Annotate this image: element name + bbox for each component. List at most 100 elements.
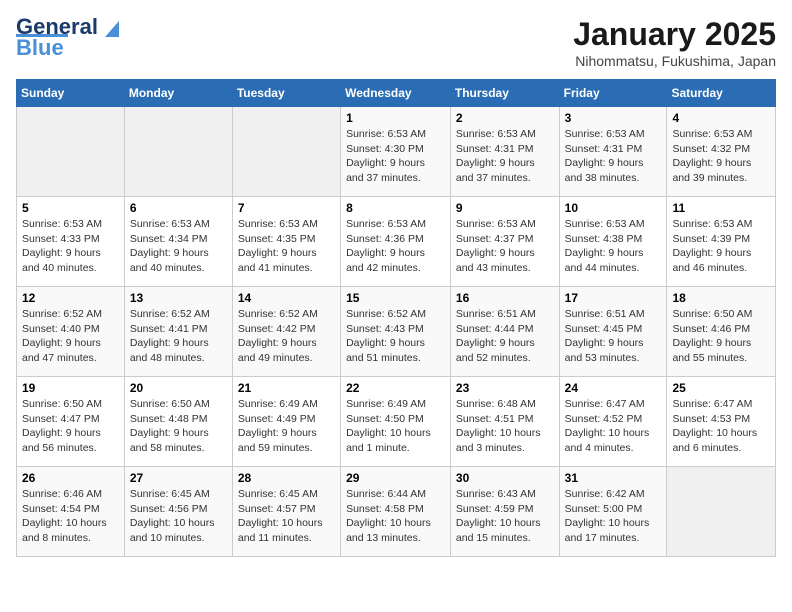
calendar-cell: 23 Sunrise: 6:48 AM Sunset: 4:51 PM Dayli… [450, 377, 559, 467]
calendar-cell: 2 Sunrise: 6:53 AM Sunset: 4:31 PM Daylig… [450, 107, 559, 197]
day-number: 27 [130, 471, 227, 485]
day-info: Sunrise: 6:53 AM Sunset: 4:32 PM Dayligh… [672, 127, 770, 186]
day-info: Sunrise: 6:50 AM Sunset: 4:48 PM Dayligh… [130, 397, 227, 456]
calendar-week-row: 26 Sunrise: 6:46 AM Sunset: 4:54 PM Dayli… [17, 467, 776, 557]
day-number: 31 [565, 471, 662, 485]
day-number: 26 [22, 471, 119, 485]
calendar-cell: 7 Sunrise: 6:53 AM Sunset: 4:35 PM Daylig… [232, 197, 340, 287]
weekday-header-saturday: Saturday [667, 80, 776, 107]
day-number: 6 [130, 201, 227, 215]
calendar-cell: 8 Sunrise: 6:53 AM Sunset: 4:36 PM Daylig… [341, 197, 451, 287]
calendar-cell: 30 Sunrise: 6:43 AM Sunset: 4:59 PM Dayli… [450, 467, 559, 557]
calendar-cell: 22Sunrise: 6:49 AM Sunset: 4:50 PM Dayli… [341, 377, 451, 467]
weekday-header-thursday: Thursday [450, 80, 559, 107]
day-number: 14 [238, 291, 335, 305]
day-number: 25 [672, 381, 770, 395]
day-number: 10 [565, 201, 662, 215]
calendar-cell: 16 Sunrise: 6:51 AM Sunset: 4:44 PM Dayli… [450, 287, 559, 377]
day-info: Sunrise: 6:50 AM Sunset: 4:47 PM Dayligh… [22, 397, 119, 456]
calendar-cell: 13 Sunrise: 6:52 AM Sunset: 4:41 PM Dayli… [124, 287, 232, 377]
day-number: 21 [238, 381, 335, 395]
day-info: Sunrise: 6:50 AM Sunset: 4:46 PM Dayligh… [672, 307, 770, 366]
day-info: Sunrise: 6:47 AM Sunset: 4:52 PM Dayligh… [565, 397, 662, 456]
day-number: 2 [456, 111, 554, 125]
day-info: Sunrise: 6:53 AM Sunset: 4:38 PM Dayligh… [565, 217, 662, 276]
day-info: Sunrise: 6:49 AM Sunset: 4:50 PM Dayligh… [346, 397, 445, 456]
day-number: 12 [22, 291, 119, 305]
day-number: 7 [238, 201, 335, 215]
calendar-cell: 19 Sunrise: 6:50 AM Sunset: 4:47 PM Dayli… [17, 377, 125, 467]
day-number: 16 [456, 291, 554, 305]
logo-blue: Blue [16, 35, 64, 61]
day-info: Sunrise: 6:51 AM Sunset: 4:45 PM Dayligh… [565, 307, 662, 366]
calendar-cell: 28 Sunrise: 6:45 AM Sunset: 4:57 PM Dayli… [232, 467, 340, 557]
weekday-header-wednesday: Wednesday [341, 80, 451, 107]
calendar-cell: 27Sunrise: 6:45 AM Sunset: 4:56 PM Dayli… [124, 467, 232, 557]
day-number: 8 [346, 201, 445, 215]
day-number: 1 [346, 111, 445, 125]
calendar-cell: 5Sunrise: 6:53 AM Sunset: 4:33 PM Daylig… [17, 197, 125, 287]
day-info: Sunrise: 6:52 AM Sunset: 4:43 PM Dayligh… [346, 307, 445, 366]
day-info: Sunrise: 6:48 AM Sunset: 4:51 PM Dayligh… [456, 397, 554, 456]
day-info: Sunrise: 6:53 AM Sunset: 4:34 PM Dayligh… [130, 217, 227, 276]
calendar-cell: 10 Sunrise: 6:53 AM Sunset: 4:38 PM Dayli… [559, 197, 667, 287]
day-number: 13 [130, 291, 227, 305]
day-number: 15 [346, 291, 445, 305]
calendar-cell [124, 107, 232, 197]
calendar-cell: 26 Sunrise: 6:46 AM Sunset: 4:54 PM Dayli… [17, 467, 125, 557]
weekday-header-friday: Friday [559, 80, 667, 107]
day-info: Sunrise: 6:53 AM Sunset: 4:30 PM Dayligh… [346, 127, 445, 186]
calendar-cell [17, 107, 125, 197]
day-info: Sunrise: 6:53 AM Sunset: 4:31 PM Dayligh… [565, 127, 662, 186]
calendar-cell: 29Sunrise: 6:44 AM Sunset: 4:58 PM Dayli… [341, 467, 451, 557]
calendar-week-row: 5Sunrise: 6:53 AM Sunset: 4:33 PM Daylig… [17, 197, 776, 287]
day-number: 3 [565, 111, 662, 125]
calendar-cell: 12 Sunrise: 6:52 AM Sunset: 4:40 PM Dayli… [17, 287, 125, 377]
day-number: 20 [130, 381, 227, 395]
day-number: 23 [456, 381, 554, 395]
day-info: Sunrise: 6:42 AM Sunset: 5:00 PM Dayligh… [565, 487, 662, 546]
day-number: 30 [456, 471, 554, 485]
weekday-header-sunday: Sunday [17, 80, 125, 107]
day-info: Sunrise: 6:45 AM Sunset: 4:57 PM Dayligh… [238, 487, 335, 546]
calendar-cell: 24Sunrise: 6:47 AM Sunset: 4:52 PM Dayli… [559, 377, 667, 467]
day-info: Sunrise: 6:51 AM Sunset: 4:44 PM Dayligh… [456, 307, 554, 366]
day-number: 5 [22, 201, 119, 215]
day-number: 19 [22, 381, 119, 395]
calendar-cell [667, 467, 776, 557]
day-info: Sunrise: 6:52 AM Sunset: 4:41 PM Dayligh… [130, 307, 227, 366]
calendar-cell: 15 Sunrise: 6:52 AM Sunset: 4:43 PM Dayli… [341, 287, 451, 377]
day-number: 18 [672, 291, 770, 305]
calendar-cell: 3 Sunrise: 6:53 AM Sunset: 4:31 PM Daylig… [559, 107, 667, 197]
day-number: 9 [456, 201, 554, 215]
calendar-week-row: 1 Sunrise: 6:53 AM Sunset: 4:30 PM Daylig… [17, 107, 776, 197]
calendar-week-row: 19 Sunrise: 6:50 AM Sunset: 4:47 PM Dayli… [17, 377, 776, 467]
calendar-cell: 11Sunrise: 6:53 AM Sunset: 4:39 PM Dayli… [667, 197, 776, 287]
location: Nihommatsu, Fukushima, Japan [573, 53, 776, 69]
calendar-week-row: 12 Sunrise: 6:52 AM Sunset: 4:40 PM Dayli… [17, 287, 776, 377]
day-info: Sunrise: 6:52 AM Sunset: 4:40 PM Dayligh… [22, 307, 119, 366]
logo: General Blue [16, 16, 104, 61]
day-info: Sunrise: 6:53 AM Sunset: 4:35 PM Dayligh… [238, 217, 335, 276]
calendar-cell: 17Sunrise: 6:51 AM Sunset: 4:45 PM Dayli… [559, 287, 667, 377]
calendar-cell: 14Sunrise: 6:52 AM Sunset: 4:42 PM Dayli… [232, 287, 340, 377]
day-number: 11 [672, 201, 770, 215]
calendar-table: SundayMondayTuesdayWednesdayThursdayFrid… [16, 79, 776, 557]
calendar-cell: 21Sunrise: 6:49 AM Sunset: 4:49 PM Dayli… [232, 377, 340, 467]
calendar-cell: 25 Sunrise: 6:47 AM Sunset: 4:53 PM Dayli… [667, 377, 776, 467]
calendar-cell: 6 Sunrise: 6:53 AM Sunset: 4:34 PM Daylig… [124, 197, 232, 287]
day-info: Sunrise: 6:46 AM Sunset: 4:54 PM Dayligh… [22, 487, 119, 546]
day-number: 28 [238, 471, 335, 485]
title-block: January 2025 Nihommatsu, Fukushima, Japa… [573, 16, 776, 69]
calendar-cell: 20 Sunrise: 6:50 AM Sunset: 4:48 PM Dayli… [124, 377, 232, 467]
calendar-cell [232, 107, 340, 197]
weekday-header-tuesday: Tuesday [232, 80, 340, 107]
calendar-cell: 18 Sunrise: 6:50 AM Sunset: 4:46 PM Dayli… [667, 287, 776, 377]
day-info: Sunrise: 6:44 AM Sunset: 4:58 PM Dayligh… [346, 487, 445, 546]
day-info: Sunrise: 6:53 AM Sunset: 4:37 PM Dayligh… [456, 217, 554, 276]
day-info: Sunrise: 6:53 AM Sunset: 4:36 PM Dayligh… [346, 217, 445, 276]
day-info: Sunrise: 6:53 AM Sunset: 4:31 PM Dayligh… [456, 127, 554, 186]
day-info: Sunrise: 6:47 AM Sunset: 4:53 PM Dayligh… [672, 397, 770, 456]
weekday-header-monday: Monday [124, 80, 232, 107]
day-info: Sunrise: 6:43 AM Sunset: 4:59 PM Dayligh… [456, 487, 554, 546]
